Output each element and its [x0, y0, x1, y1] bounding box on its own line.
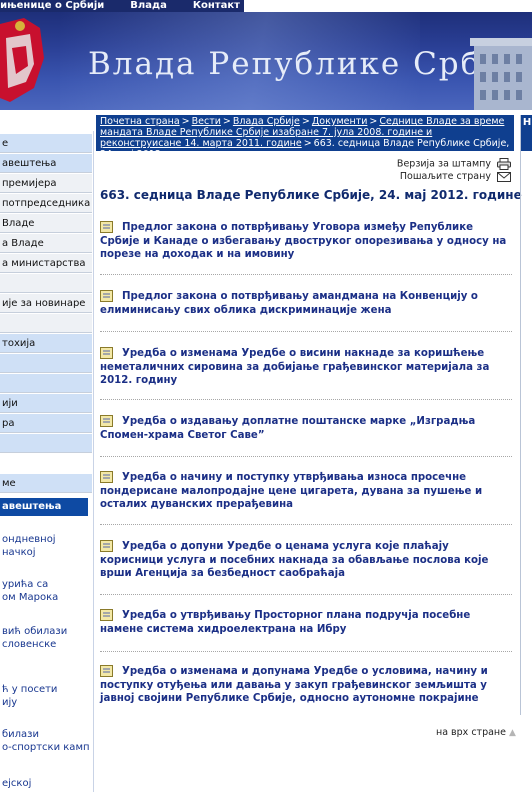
envelope-icon — [497, 171, 511, 182]
divider — [100, 594, 512, 595]
document-item[interactable]: Предлог закона о потврђивању амандмана н… — [100, 290, 512, 317]
document-item[interactable]: Уредба о начину и поступку утврђивања из… — [100, 471, 512, 512]
breadcrumb-link-home[interactable]: Почетна страна — [100, 116, 180, 127]
back-to-top-link[interactable]: на врх стране ▲ — [436, 727, 516, 738]
document-icon — [100, 290, 113, 302]
sidebar-news-heading: авештења — [0, 498, 88, 516]
print-version-link[interactable]: Верзија за штампу — [397, 158, 511, 170]
left-sidebar: е авештења премијера потпредседника Влад… — [0, 131, 94, 792]
right-column-heading: Н — [521, 115, 532, 151]
document-title: Уредба о утврђивању Просторног плана под… — [100, 610, 471, 635]
sidebar-item[interactable]: потпредседника — [0, 194, 92, 213]
sidebar-item[interactable]: ме — [0, 474, 92, 493]
nav-link-facts[interactable]: Чињенице о Србији — [0, 0, 104, 12]
divider — [100, 651, 512, 652]
breadcrumb-link-government[interactable]: Влада Србије — [233, 116, 300, 127]
sidebar-item[interactable] — [0, 314, 92, 333]
document-item[interactable]: Уредба о издавању доплатне поштанске мар… — [100, 415, 512, 442]
divider — [100, 524, 512, 525]
breadcrumb-link-documents[interactable]: Документи — [312, 116, 368, 127]
page-title: 663. седница Владе Републике Србије, 24.… — [100, 188, 522, 202]
header-banner: Влада Републике Србије — [0, 12, 532, 110]
breadcrumb-link-news[interactable]: Вести — [192, 116, 221, 127]
document-icon — [100, 540, 113, 552]
sidebar-item[interactable]: ији — [0, 394, 92, 413]
news-line: урића са — [2, 579, 49, 590]
document-item[interactable]: Уредба о допуни Уредбе о ценама услуга к… — [100, 540, 512, 581]
sidebar-item[interactable]: е — [0, 134, 92, 153]
send-page-link[interactable]: Пошаљите страну — [400, 171, 511, 182]
news-line: билази — [2, 729, 40, 740]
nav-link-contact[interactable]: Контакт — [193, 0, 240, 12]
sidebar-item[interactable] — [0, 274, 92, 293]
sidebar-item[interactable] — [0, 354, 92, 373]
document-title: Предлог закона о потврђивању Уговора изм… — [100, 222, 507, 260]
news-line: ију — [2, 697, 18, 708]
document-icon — [100, 609, 113, 621]
news-line: ом Марока — [2, 592, 59, 603]
nav-link-government[interactable]: Влада — [130, 0, 167, 12]
top-nav: Чињенице о Србији Влада Контакт — [0, 0, 244, 12]
sidebar-news-item[interactable]: урића са ом Марока — [2, 578, 92, 604]
divider — [100, 274, 512, 275]
building-image — [470, 38, 532, 110]
sidebar-item[interactable] — [0, 374, 92, 393]
page: Чињенице о Србији Влада Контакт Влада Ре… — [0, 0, 532, 792]
sidebar-item[interactable]: а Владе — [0, 234, 92, 253]
document-icon — [100, 471, 113, 483]
document-item[interactable]: Уредба о изменама и допунама Уредбе о ус… — [100, 665, 512, 706]
print-label: Верзија за штампу — [396, 158, 491, 170]
document-title: Уредба о изменама и допунама Уредбе о ус… — [100, 666, 488, 704]
document-item[interactable]: Предлог закона о потврђивању Уговора изм… — [100, 221, 512, 262]
divider — [100, 399, 512, 400]
news-line: ондневној — [2, 534, 56, 545]
document-icon — [100, 665, 113, 677]
document-title: Предлог закона о потврђивању амандмана н… — [100, 291, 478, 316]
divider — [100, 456, 512, 457]
news-line: начкој — [2, 547, 36, 558]
send-label: Пошаљите страну — [399, 171, 491, 182]
document-icon — [100, 221, 113, 233]
coat-of-arms-icon — [0, 18, 44, 102]
document-title: Уредба о изменама Уредбе о висини накнад… — [100, 348, 490, 386]
sidebar-item[interactable]: тохија — [0, 334, 92, 353]
news-line: ћ у посети — [2, 684, 58, 695]
divider — [100, 331, 512, 332]
sidebar-item[interactable]: авештења — [0, 154, 92, 173]
document-title: Уредба о начину и поступку утврђивања из… — [100, 472, 483, 510]
right-column: Н — [520, 115, 532, 715]
arrow-up-icon: ▲ — [509, 728, 516, 738]
sidebar-item[interactable]: а министарства — [0, 254, 92, 273]
news-line: словенске — [2, 639, 57, 650]
document-item[interactable]: Уредба о утврђивању Просторног плана под… — [100, 609, 512, 636]
sidebar-news-item[interactable]: вић обилази словенске — [2, 625, 92, 651]
news-line: ејској — [2, 778, 32, 789]
news-line: о-спортски камп — [2, 742, 90, 753]
banner-title: Влада Републике Србије — [88, 46, 532, 82]
news-line: вић обилази — [2, 626, 68, 637]
sidebar-item[interactable]: ра — [0, 414, 92, 433]
document-title: Уредба о допуни Уредбе о ценама услуга к… — [100, 541, 489, 579]
sidebar-news-item[interactable]: билази о-спортски камп — [2, 728, 92, 754]
sidebar-item[interactable]: Владе — [0, 214, 92, 233]
back-to-top-label: на врх стране — [436, 727, 506, 738]
document-item[interactable]: Уредба о изменама Уредбе о висини накнад… — [100, 347, 512, 388]
breadcrumb: Почетна страна > Вести > Влада Србије > Докуме… — [96, 115, 514, 160]
sidebar-item[interactable]: премијера — [0, 174, 92, 193]
sidebar-news-item[interactable]: ејској — [2, 777, 92, 790]
document-icon — [100, 415, 113, 427]
sidebar-news-item[interactable]: ондневној начкој — [2, 533, 92, 559]
printer-icon — [497, 158, 511, 170]
sidebar-news-item[interactable]: ћ у посети ију — [2, 683, 92, 709]
sidebar-item[interactable] — [0, 434, 92, 453]
document-title: Уредба о издавању доплатне поштанске мар… — [100, 416, 476, 441]
sidebar-item[interactable]: ије за новинаре — [0, 294, 92, 313]
document-icon — [100, 347, 113, 359]
